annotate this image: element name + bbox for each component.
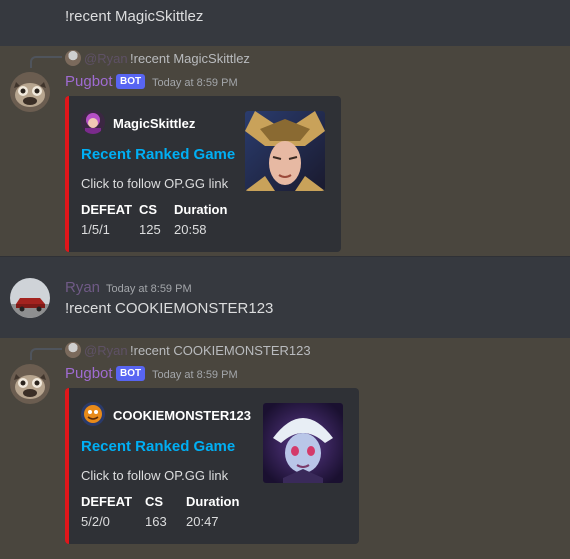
reply-username[interactable]: @Ryan bbox=[84, 51, 128, 66]
field-value-duration: 20:58 bbox=[174, 222, 207, 237]
champion-thumbnail[interactable] bbox=[263, 403, 343, 483]
field-value-duration: 20:47 bbox=[186, 514, 219, 529]
pugbot-avatar[interactable] bbox=[10, 72, 50, 112]
embed-description: Click to follow OP.GG link bbox=[81, 468, 229, 483]
field-name-duration: Duration bbox=[174, 202, 228, 217]
champion-thumbnail[interactable] bbox=[245, 111, 325, 191]
message-top: !recent MagicSkittlez bbox=[0, 0, 570, 46]
author-name[interactable]: Pugbot bbox=[65, 365, 113, 382]
field-value-kda: 5/2/0 bbox=[81, 514, 110, 529]
field-name-cs: CS bbox=[145, 494, 164, 509]
message-content: !recent MagicSkittlez bbox=[65, 8, 204, 25]
pugbot-avatar[interactable] bbox=[10, 364, 50, 404]
embed-author-icon bbox=[81, 402, 105, 426]
message-pugbot-2: @Ryan !recent COOKIEMONSTER123 Pugbot BO… bbox=[0, 338, 570, 559]
embed-card: COOKIEMONSTER123 Recent Ranked Game Clic… bbox=[65, 388, 359, 544]
ryan-avatar[interactable] bbox=[10, 278, 50, 318]
reply-connector bbox=[30, 56, 62, 68]
embed-author-icon bbox=[81, 110, 105, 134]
reply-avatar bbox=[65, 342, 81, 358]
bot-badge: BOT bbox=[116, 366, 146, 381]
timestamp: Today at 8:59 PM bbox=[152, 77, 238, 89]
embed-card: MagicSkittlez Recent Ranked Game Click t… bbox=[65, 96, 341, 252]
message-pugbot-1: @Ryan !recent MagicSkittlez Pugbot BOT T… bbox=[0, 46, 570, 256]
message-ryan: Ryan Today at 8:59 PM !recent COOKIEMONS… bbox=[0, 257, 570, 337]
author-name[interactable]: Pugbot bbox=[65, 73, 113, 90]
reply-username[interactable]: @Ryan bbox=[84, 343, 128, 358]
embed-description: Click to follow OP.GG link bbox=[81, 176, 229, 191]
message-content: !recent COOKIEMONSTER123 bbox=[65, 300, 274, 317]
embed-author-name: COOKIEMONSTER123 bbox=[113, 408, 251, 423]
embed-author-name: MagicSkittlez bbox=[113, 116, 196, 131]
field-value-cs: 125 bbox=[139, 222, 161, 237]
author-name[interactable]: Ryan bbox=[65, 279, 100, 296]
field-name-cs: CS bbox=[139, 202, 158, 217]
field-name-result: DEFEAT bbox=[81, 494, 133, 509]
reply-connector bbox=[30, 348, 62, 360]
pug-avatar-image bbox=[10, 72, 50, 112]
pug-avatar-image bbox=[10, 364, 50, 404]
field-name-result: DEFEAT bbox=[81, 202, 133, 217]
field-value-kda: 1/5/1 bbox=[81, 222, 110, 237]
embed-title-link[interactable]: Recent Ranked Game bbox=[81, 438, 235, 455]
field-value-cs: 163 bbox=[145, 514, 167, 529]
reply-avatar bbox=[65, 50, 81, 66]
field-name-duration: Duration bbox=[186, 494, 240, 509]
embed-title-link[interactable]: Recent Ranked Game bbox=[81, 146, 235, 163]
reply-text[interactable]: !recent MagicSkittlez bbox=[130, 51, 250, 66]
bot-badge: BOT bbox=[116, 74, 146, 89]
timestamp: Today at 8:59 PM bbox=[152, 369, 238, 381]
timestamp: Today at 8:59 PM bbox=[106, 283, 192, 295]
car-avatar-image bbox=[10, 278, 50, 318]
reply-text[interactable]: !recent COOKIEMONSTER123 bbox=[130, 343, 311, 358]
